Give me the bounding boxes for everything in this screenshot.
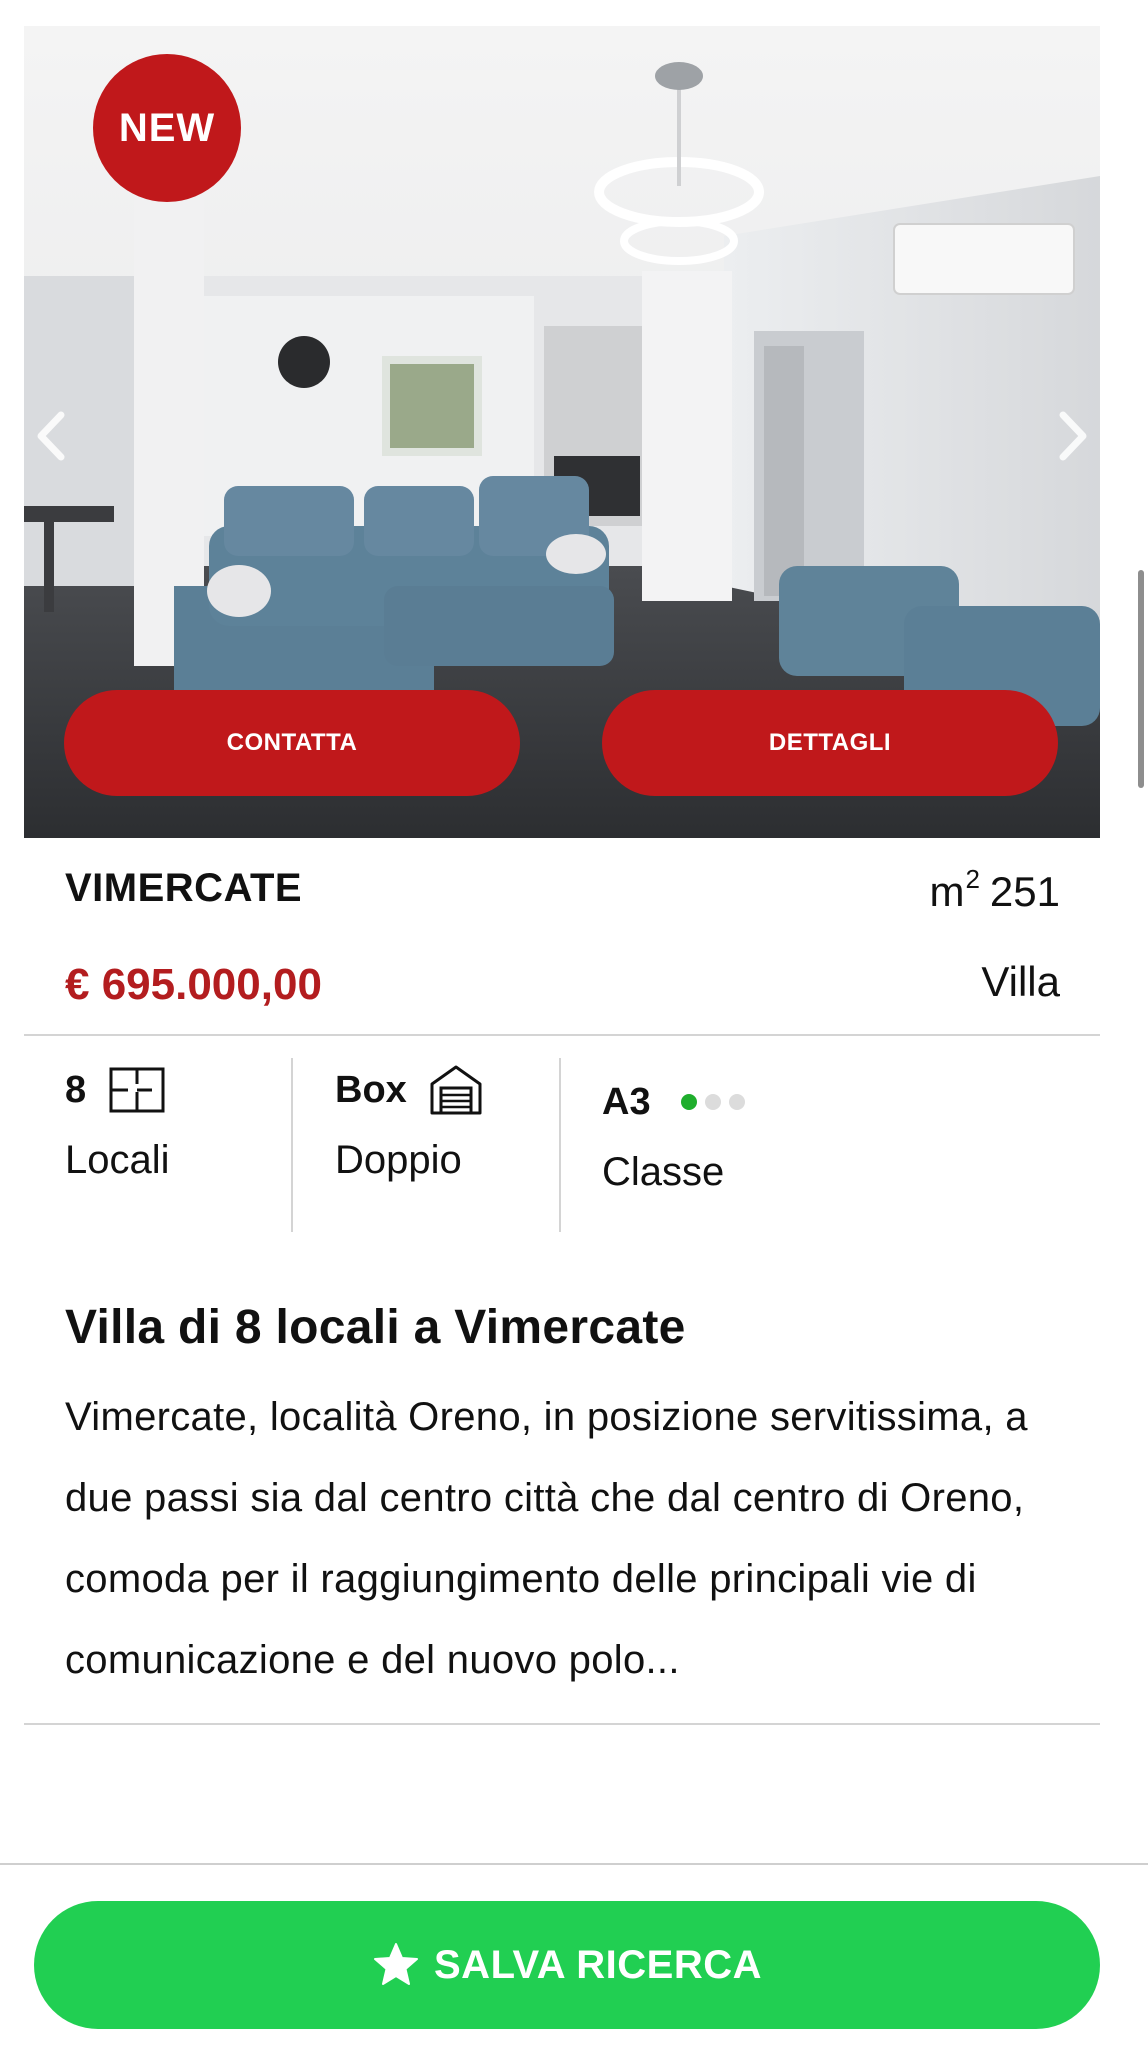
rooms-value: 8 <box>65 1068 87 1111</box>
garage-icon <box>429 1064 483 1116</box>
property-type: Villa <box>981 958 1060 1005</box>
area-unit-exponent: 2 <box>965 864 980 894</box>
feature-separator <box>559 1058 561 1232</box>
garage-label: Doppio <box>335 1138 462 1182</box>
scrollbar[interactable] <box>1138 570 1144 788</box>
bottom-bar: SALVA RICERCA <box>0 1863 1148 2048</box>
listing-title: Villa di 8 locali a Vimercate <box>65 1301 686 1354</box>
listing-card[interactable]: NEW CONTATTA DETTAGLI VIMERCATE m2 251 € … <box>24 26 1100 1725</box>
energy-dot <box>704 1094 721 1110</box>
price-type-row: € 695.000,00 Villa <box>24 938 1100 1034</box>
feature-energy-class: A3 Classe <box>602 1072 745 1248</box>
new-badge: NEW <box>93 54 241 202</box>
energy-dot <box>680 1094 697 1110</box>
area-unit: m <box>929 868 965 915</box>
next-photo-button[interactable] <box>1052 404 1096 468</box>
save-search-button[interactable]: SALVA RICERCA <box>34 1901 1100 2029</box>
details-button[interactable]: DETTAGLI <box>602 690 1058 796</box>
chevron-right-icon <box>1059 411 1087 461</box>
energy-class-value: A3 <box>602 1080 651 1123</box>
listing-photo[interactable]: NEW CONTATTA DETTAGLI <box>24 26 1100 838</box>
city-name: VIMERCATE <box>65 866 303 910</box>
save-search-label: SALVA RICERCA <box>434 1942 762 1987</box>
previous-photo-button[interactable] <box>28 404 72 468</box>
rooms-label: Locali <box>65 1138 170 1182</box>
chevron-left-icon <box>37 411 65 461</box>
energy-dot <box>728 1094 745 1110</box>
floorplan-icon <box>108 1066 166 1114</box>
divider <box>24 1723 1100 1725</box>
contact-button[interactable]: CONTATTA <box>64 690 520 796</box>
location-area-row: VIMERCATE m2 251 <box>24 838 1100 938</box>
area-value: 251 <box>989 868 1060 915</box>
feature-separator <box>291 1058 293 1232</box>
features-row: 8 Locali Box Doppio A3 Classe <box>24 1036 1100 1254</box>
garage-value: Box <box>335 1068 407 1111</box>
feature-rooms: 8 Locali <box>65 1060 170 1236</box>
energy-class-label: Classe <box>602 1150 725 1194</box>
listing-description: Vimercate, località Oreno, in posizione … <box>65 1395 1028 1682</box>
feature-garage: Box Doppio <box>335 1060 483 1236</box>
price: € 695.000,00 <box>65 960 322 1009</box>
area-size: m2 251 <box>929 864 1060 916</box>
star-icon <box>372 1941 420 1989</box>
energy-rating-dots <box>680 1094 745 1110</box>
